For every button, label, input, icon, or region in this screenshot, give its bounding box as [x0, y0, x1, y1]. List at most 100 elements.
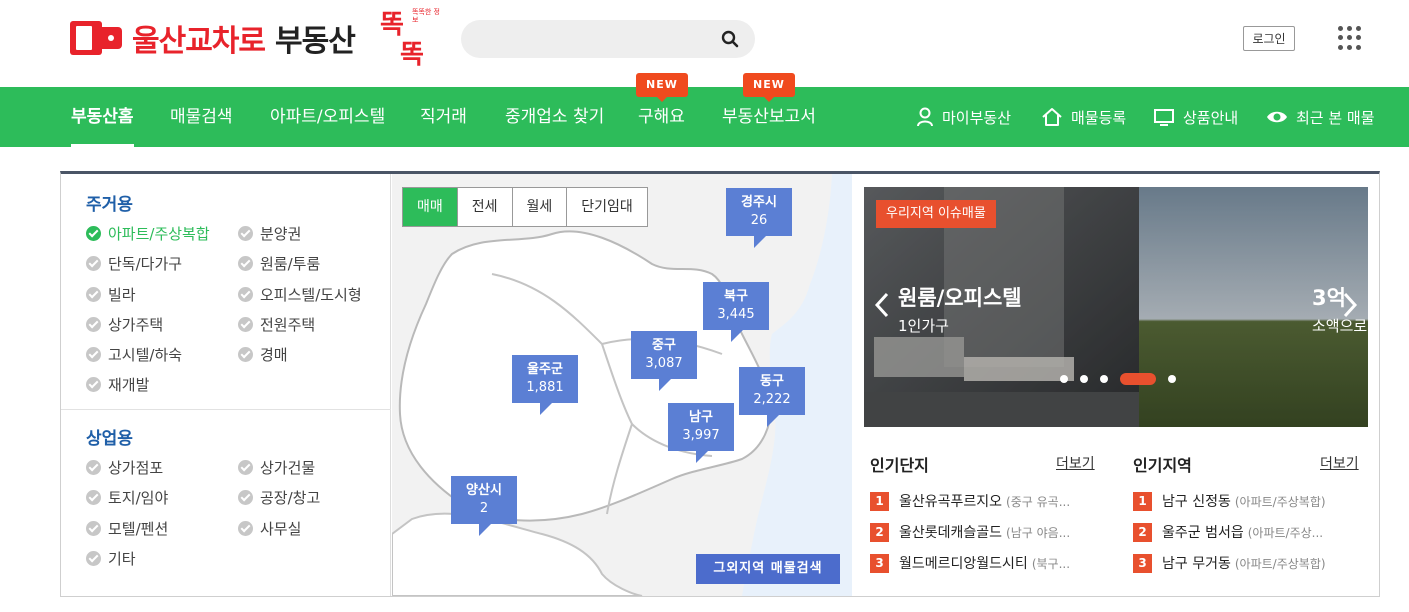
map-pin-bukgu[interactable]: 북구 3,445	[703, 282, 769, 342]
category-etc[interactable]: 기타	[86, 548, 136, 569]
check-icon	[238, 226, 253, 241]
category-boarding[interactable]: 고시텔/하숙	[86, 344, 182, 365]
popular-complex-more-link[interactable]: 더보기	[1056, 453, 1095, 473]
check-icon	[86, 377, 101, 392]
chevron-left-icon[interactable]	[874, 291, 890, 319]
category-villa[interactable]: 빌라	[86, 284, 136, 305]
check-icon	[86, 551, 101, 566]
util-recently-viewed[interactable]: 최근 본 매물	[1266, 87, 1375, 147]
main-panel: 주거용 아파트/주상복합 분양권 단독/다가구 원룸/투룸 빌라 오피스텔/도시…	[60, 171, 1380, 597]
popular-region-more-link[interactable]: 더보기	[1320, 453, 1359, 473]
check-icon	[86, 347, 101, 362]
category-label: 단독/다가구	[108, 255, 183, 273]
pin-name: 중구	[652, 338, 676, 353]
popular-region-item[interactable]: 1 남구 신정동 (아파트/주상복합)	[1133, 491, 1369, 511]
popular-complex-item[interactable]: 1 울산유곡푸르지오 (중구 유곡...	[870, 491, 1110, 511]
category-auction[interactable]: 경매	[238, 344, 288, 365]
rank-number: 2	[870, 522, 889, 542]
category-label: 경매	[260, 346, 288, 364]
rank-number: 1	[870, 491, 889, 511]
tab-jeonse[interactable]: 전세	[457, 188, 513, 226]
chevron-right-icon[interactable]	[1342, 291, 1358, 319]
rank-name: 월드메르디앙월드시티	[899, 556, 1028, 572]
check-icon	[238, 287, 253, 302]
category-building[interactable]: 상가건물	[238, 457, 315, 478]
door-logo-icon	[70, 19, 124, 57]
tab-short-term[interactable]: 단기임대	[567, 188, 647, 226]
new-badge: NEW	[743, 73, 795, 102]
rank-name: 울산유곡푸르지오	[899, 494, 1003, 510]
pagination-dot[interactable]	[1100, 375, 1108, 383]
popular-region-item[interactable]: 2 울주군 범서읍 (아파트/주상...	[1133, 522, 1369, 542]
rank-name: 울산롯데캐슬골드	[899, 525, 1003, 541]
rank-number: 1	[1133, 491, 1152, 511]
main-nav: 부동산홈 매물검색 아파트/오피스텔 직거래 중개업소 찾기 구해요 부동산보고…	[0, 87, 1409, 147]
site-logo[interactable]: 울산교차로 부동산 똑 똑 똑똑한 정보	[70, 6, 440, 70]
check-icon	[86, 460, 101, 475]
category-land[interactable]: 토지/임야	[86, 487, 168, 508]
category-officetel[interactable]: 오피스텔/도시형	[238, 284, 362, 305]
category-detached[interactable]: 단독/다가구	[86, 253, 182, 274]
category-apartment[interactable]: 아파트/주상복합	[86, 223, 210, 244]
category-divider	[61, 409, 391, 410]
util-my-realestate[interactable]: 마이부동산	[916, 87, 1011, 147]
category-shop-house[interactable]: 상가주택	[86, 314, 163, 335]
map-pin-ulju[interactable]: 울주군 1,881	[512, 355, 578, 415]
search-icon[interactable]	[721, 30, 739, 48]
popular-complex-item[interactable]: 2 울산롯데캐슬골드 (남구 야음...	[870, 522, 1110, 542]
category-oneroom[interactable]: 원룸/투룸	[238, 253, 320, 274]
nav-direct-deal[interactable]: 직거래	[420, 87, 467, 147]
rank-sub: (북구...	[1031, 556, 1071, 571]
pin-name: 북구	[724, 289, 748, 304]
check-icon	[86, 256, 101, 271]
category-country-house[interactable]: 전원주택	[238, 314, 315, 335]
category-label: 고시텔/하숙	[108, 346, 183, 364]
pagination-dot-active[interactable]	[1120, 373, 1156, 385]
nav-home[interactable]: 부동산홈	[71, 87, 134, 147]
issue-banner[interactable]: 우리지역 이슈매물 원룸/오피스텔 1인가구 3억 소액으로	[864, 187, 1368, 427]
popular-region-item[interactable]: 3 남구 무거동 (아파트/주상복합)	[1133, 553, 1369, 573]
pin-count: 26	[750, 213, 768, 228]
pin-name: 동구	[760, 374, 784, 389]
search-input[interactable]	[477, 29, 707, 49]
grid-menu-icon[interactable]	[1338, 26, 1362, 50]
login-button[interactable]: 로그인	[1243, 26, 1295, 51]
person-icon	[917, 107, 933, 127]
tab-monthly[interactable]: 월세	[512, 188, 568, 226]
category-presale[interactable]: 분양권	[238, 223, 301, 244]
category-label: 원룸/투룸	[260, 255, 321, 273]
pin-name: 남구	[689, 410, 713, 425]
pagination-dot[interactable]	[1060, 375, 1068, 383]
util-label: 마이부동산	[942, 108, 1012, 127]
pagination-dot[interactable]	[1080, 375, 1088, 383]
map-pin-junggu[interactable]: 중구 3,087	[631, 331, 697, 391]
check-icon	[86, 521, 101, 536]
nav-find-agency[interactable]: 중개업소 찾기	[505, 87, 604, 147]
category-store[interactable]: 상가점포	[86, 457, 163, 478]
check-icon	[238, 521, 253, 536]
check-icon	[238, 490, 253, 505]
rank-number: 2	[1133, 522, 1152, 542]
other-region-search-button[interactable]: 그외지역 매물검색	[696, 554, 840, 584]
category-motel[interactable]: 모텔/펜션	[86, 518, 168, 539]
category-office[interactable]: 사무실	[238, 518, 301, 539]
logo-tiny-text: 똑똑한 정보	[412, 8, 440, 24]
popular-complex-item[interactable]: 3 월드메르디앙월드시티 (북구...	[870, 553, 1110, 573]
logo-ttok-2: 똑	[400, 40, 424, 70]
map-pin-namgu[interactable]: 남구 3,997	[668, 403, 734, 463]
util-product-info[interactable]: 상품안내	[1153, 87, 1238, 147]
category-factory[interactable]: 공장/창고	[238, 487, 320, 508]
category-redevelopment[interactable]: 재개발	[86, 374, 149, 395]
category-label: 전원주택	[260, 316, 316, 334]
map-pin-donggu[interactable]: 동구 2,222	[739, 367, 805, 427]
pagination-dot[interactable]	[1168, 375, 1176, 383]
map-pin-gyeongju[interactable]: 경주시 26	[726, 188, 792, 248]
nav-apartment-officetel[interactable]: 아파트/오피스텔	[270, 87, 385, 147]
right-panel: 우리지역 이슈매물 원룸/오피스텔 1인가구 3억 소액으로 인기단지 더보기 …	[853, 174, 1379, 596]
rank-sub: (아파트/주상...	[1247, 525, 1324, 540]
util-register-listing[interactable]: 매물등록	[1041, 87, 1126, 147]
map-pin-yangsan[interactable]: 양산시 2	[451, 476, 517, 536]
tab-sale[interactable]: 매매	[403, 188, 458, 226]
rank-sub: (남구 야음...	[1006, 525, 1071, 540]
nav-property-search[interactable]: 매물검색	[170, 87, 233, 147]
